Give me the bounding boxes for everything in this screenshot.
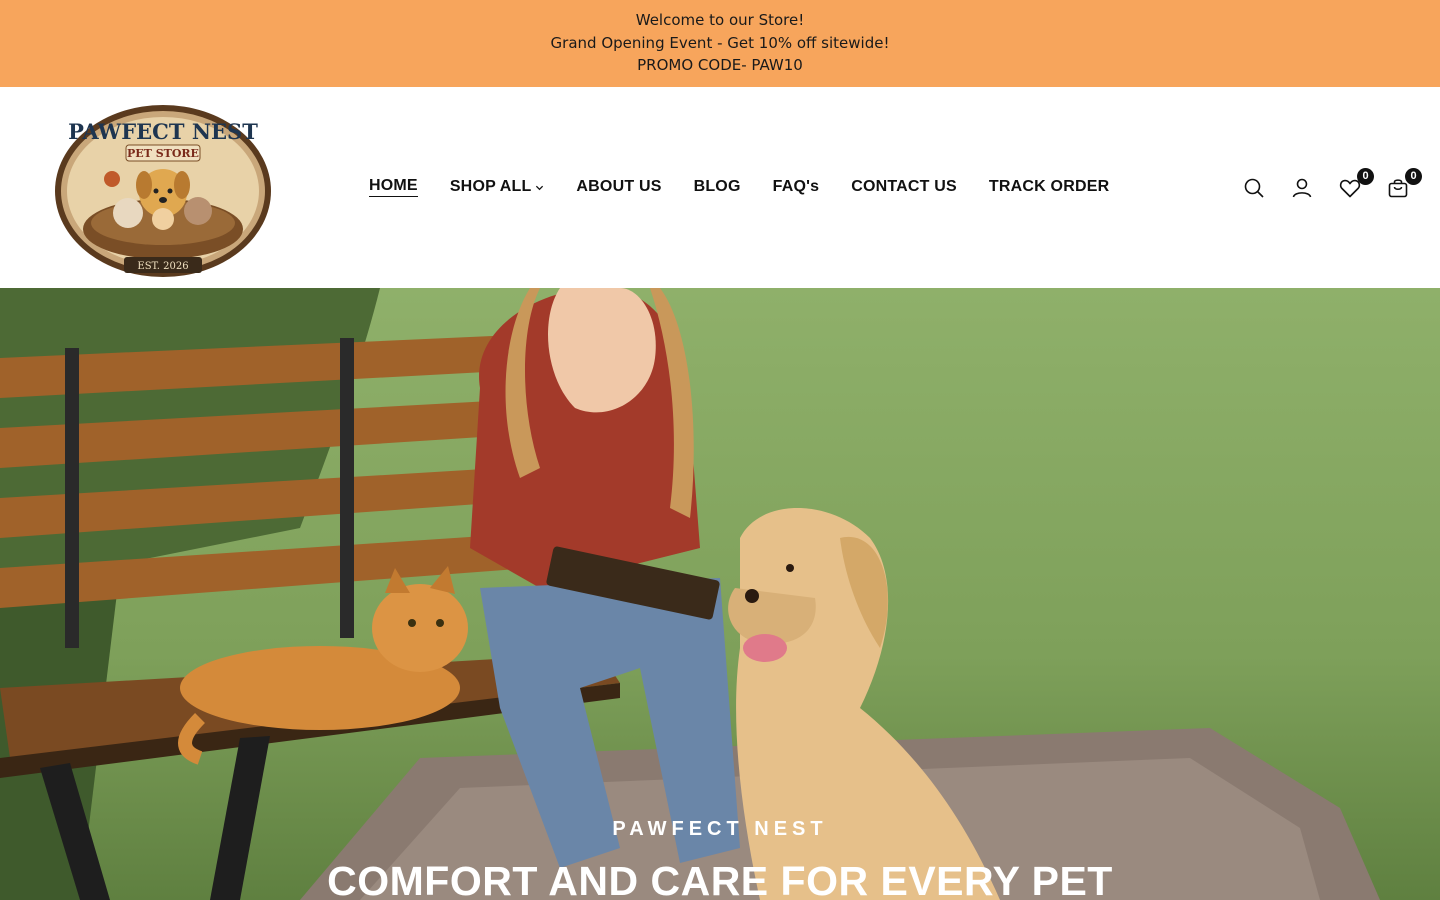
logo-subtitle: PET STORE xyxy=(127,147,199,160)
announcement-line-welcome: Welcome to our Store! xyxy=(635,11,805,29)
nav-blog-label: BLOG xyxy=(693,178,741,195)
nav-contact-us-label: CONTACT US xyxy=(851,178,957,195)
hero-title: COMFORT AND CARE FOR EVERY PET xyxy=(327,858,1113,900)
hero-image xyxy=(0,288,1440,900)
wishlist-count-badge: 0 xyxy=(1357,168,1374,185)
nav-track-order[interactable]: TRACK ORDER xyxy=(989,178,1109,196)
nav-about-us-label: ABOUT US xyxy=(576,178,662,195)
user-icon xyxy=(1292,178,1312,198)
cart-button[interactable]: 0 xyxy=(1384,168,1422,202)
wishlist-button[interactable]: 0 xyxy=(1336,168,1374,202)
nav-track-order-label: TRACK ORDER xyxy=(988,178,1110,195)
announcement-line-event: Grand Opening Event - Get 10% off sitewi… xyxy=(550,33,890,52)
chevron-down-icon xyxy=(536,185,544,190)
main-nav: HOME SHOP ALL ABOUT US BLOG FAQ's CONTAC… xyxy=(369,175,1141,199)
nav-home[interactable]: HOME xyxy=(369,177,418,197)
nav-shop-all[interactable]: SHOP ALL xyxy=(450,178,545,196)
logo-title: PAWFECT NEST xyxy=(68,119,258,144)
search-button[interactable] xyxy=(1240,174,1268,202)
logo-emblem: PAWFECT NEST PET STORE EST. 2026 xyxy=(55,105,271,277)
nav-about-us[interactable]: ABOUT US xyxy=(576,178,661,196)
nav-shop-all-label: SHOP ALL xyxy=(449,178,532,195)
nav-home-label: HOME xyxy=(369,177,418,197)
search-icon xyxy=(1244,178,1264,198)
logo-est: EST. 2026 xyxy=(137,261,188,272)
nav-faqs[interactable]: FAQ's xyxy=(773,178,820,196)
hero-banner: PAWFECT NEST COMFORT AND CARE FOR EVERY … xyxy=(0,288,1440,900)
store-logo[interactable]: PAWFECT NEST PET STORE EST. 2026 xyxy=(52,101,274,279)
announcement-line-promo: PROMO CODE- PAW10 xyxy=(637,56,803,74)
site-header: PAWFECT NEST PET STORE EST. 2026 HOME SH… xyxy=(0,87,1440,288)
announcement-bar: Welcome to our Store! Grand Opening Even… xyxy=(0,0,1440,87)
nav-contact-us[interactable]: CONTACT US xyxy=(851,178,957,196)
nav-faqs-label: FAQ's xyxy=(772,178,820,195)
account-button[interactable] xyxy=(1288,174,1316,202)
nav-blog[interactable]: BLOG xyxy=(694,178,741,196)
cart-count-badge: 0 xyxy=(1405,168,1422,185)
hero-kicker: PAWFECT NEST xyxy=(612,818,828,840)
